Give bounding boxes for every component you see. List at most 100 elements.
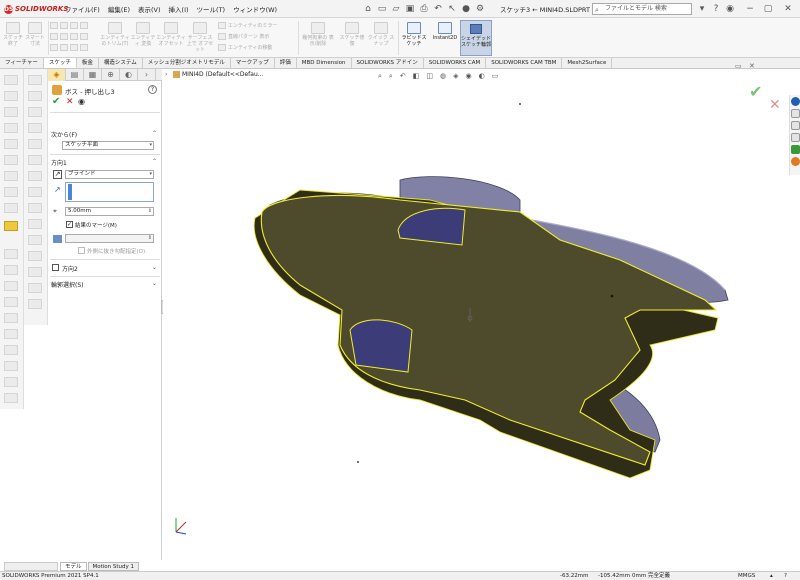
rapid-sketch-button[interactable]: ラピッドスケッチ (400, 20, 428, 56)
tab-model[interactable]: モデル (60, 562, 87, 571)
linear-pattern-button[interactable]: 直線パターン 表示 (218, 33, 269, 40)
tab-addins[interactable]: SOLIDWORKS アドイン (352, 58, 424, 68)
direction2-checkbox[interactable] (52, 264, 59, 271)
tool-spline-icon[interactable] (4, 139, 18, 149)
status-units[interactable]: MMGS (738, 572, 755, 580)
status-up-arrow-icon[interactable]: ▴ (770, 572, 773, 580)
misc-tools[interactable] (50, 44, 90, 51)
shape-tools[interactable] (50, 33, 90, 40)
file-explorer-icon[interactable] (791, 121, 800, 130)
tool-arc-icon[interactable] (4, 123, 18, 133)
solidworks-logo[interactable]: DS SOLIDWORKS (4, 4, 68, 14)
save-icon[interactable]: ▣ (404, 3, 416, 15)
shaded-sketch-contours-button[interactable]: シェイデッド スケッチ輪郭 (460, 20, 492, 56)
tool-vertical-icon[interactable] (28, 123, 42, 133)
tool-midpoint-icon[interactable] (28, 219, 42, 229)
line-tools[interactable] (50, 22, 90, 29)
tool-polygon-icon[interactable] (4, 187, 18, 197)
tab-nav-arrows[interactable] (4, 562, 58, 571)
graphics-area[interactable]: › MINI4D (Default<<Defau... ⌕ ⌕ ↶ ◧ ◫ ◍ … (163, 62, 800, 560)
custom-properties-icon[interactable] (791, 157, 800, 166)
tab-markup[interactable]: マークアップ (231, 58, 275, 68)
panel-more-icon[interactable]: › (138, 69, 156, 81)
tool-rectangle-icon[interactable] (4, 91, 18, 101)
design-library-icon[interactable] (791, 109, 800, 118)
select-arrow-icon[interactable]: ↖ (446, 3, 458, 15)
ok-checkmark-button[interactable]: ✔ (52, 97, 60, 107)
repair-sketch-button[interactable]: スケッチ修復 (338, 20, 366, 56)
feature-manager-tab-icon[interactable]: ◈ (48, 69, 66, 81)
tool-extend-icon[interactable] (4, 265, 18, 275)
tab-evaluate[interactable]: 評価 (275, 58, 297, 68)
tool-pencil-icon[interactable] (4, 221, 18, 231)
configuration-tab-icon[interactable]: ▦ (84, 69, 102, 81)
tool-fix-icon[interactable] (28, 203, 42, 213)
tool-ellipse-icon[interactable] (4, 155, 18, 165)
tool-relation-icon[interactable] (28, 91, 42, 101)
tool-mirror-icon[interactable] (4, 281, 18, 291)
tool-scale-icon[interactable] (4, 345, 18, 355)
menu-view[interactable]: 表示(V) (137, 3, 162, 15)
tool-point-icon[interactable] (4, 203, 18, 213)
depth-input[interactable]: 5.00mm ⇕ (65, 207, 154, 216)
draft-icon[interactable] (53, 235, 62, 243)
tab-features[interactable]: フィーチャー (0, 58, 44, 68)
minimize-icon[interactable]: − (744, 3, 756, 15)
convert-entities-button[interactable]: エンティティ 変換 (130, 20, 156, 56)
move-entities-button[interactable]: エンティティの移動 (218, 44, 272, 51)
tool-equal-icon[interactable] (28, 187, 42, 197)
trim-entities-button[interactable]: エンティティ のトリム(T) (100, 20, 130, 56)
tool-text-icon[interactable] (4, 393, 18, 403)
contour-section-header[interactable]: 輪郭選択(S) ⌄ (51, 280, 159, 289)
view-palette-icon[interactable] (791, 133, 800, 142)
new-file-icon[interactable]: ▭ (376, 3, 388, 15)
exit-sketch-button[interactable]: スケッチ 終了 (2, 20, 24, 56)
tool-concentric-icon[interactable] (28, 267, 42, 277)
tool-trim-icon[interactable] (4, 249, 18, 259)
options-gear-icon[interactable]: ⚙ (474, 3, 486, 15)
tab-cam[interactable]: SOLIDWORKS CAM (424, 58, 487, 68)
tool-pattern-icon[interactable] (4, 297, 18, 307)
help-question-icon[interactable]: ? (148, 85, 157, 94)
help-icon[interactable]: ? (710, 3, 722, 15)
display-delete-relations-button[interactable]: 幾何拘束の 表示/削除 (300, 20, 336, 56)
menu-edit[interactable]: 編集(E) (107, 3, 131, 15)
close-icon[interactable]: ✕ (782, 3, 794, 15)
user-icon[interactable]: ◉ (724, 3, 736, 15)
tab-sketch[interactable]: スケッチ (43, 58, 77, 68)
tool-symmetric-icon[interactable] (28, 235, 42, 245)
tool-rotate-icon[interactable] (4, 329, 18, 339)
property-manager-tab-icon[interactable]: ▤ (66, 69, 84, 81)
tab-mesh2surface[interactable]: Mesh2Surface (562, 58, 613, 68)
search-dropdown-icon[interactable]: ▾ (696, 3, 708, 15)
tab-mesh-model[interactable]: メッシュ分割ジオメトリモデル (143, 58, 231, 68)
from-select[interactable]: スケッチ平面 ▾ (62, 141, 154, 150)
model-canvas[interactable] (163, 69, 800, 560)
from-section-header[interactable]: 次から(F) ⌃ (51, 130, 159, 139)
solidworks-resources-icon[interactable] (791, 97, 800, 106)
appearances-icon[interactable] (791, 145, 800, 154)
rebuild-icon[interactable]: ● (460, 3, 472, 15)
quick-snaps-button[interactable]: クイック スナップ (366, 20, 396, 56)
open-file-icon[interactable]: ▱ (390, 3, 402, 15)
menu-tools[interactable]: ツール(T) (196, 3, 227, 15)
tool-perpendicular-icon[interactable] (28, 251, 42, 261)
tool-collinear-icon[interactable] (28, 283, 42, 293)
tool-copy-icon[interactable] (4, 361, 18, 371)
display-manager-tab-icon[interactable]: ◐ (120, 69, 138, 81)
tab-motion-study[interactable]: Motion Study 1 (87, 562, 140, 571)
tool-merge-icon[interactable] (28, 299, 42, 309)
tool-tangent-icon[interactable] (28, 155, 42, 165)
direction-selection-box[interactable] (65, 182, 154, 202)
offset-entities-button[interactable]: エンティティ オフセット (156, 20, 186, 56)
print-icon[interactable]: ⎙ (418, 3, 430, 15)
search-input[interactable]: ⌕ ファイルとモデル 検索 (592, 3, 692, 15)
menu-insert[interactable]: 挿入(I) (168, 3, 190, 15)
tool-fillet-icon[interactable] (4, 171, 18, 181)
offset-on-surface-button[interactable]: サーフェス 上で オフセット (186, 20, 214, 56)
draft-angle-input[interactable]: ⇕ (65, 234, 154, 243)
preview-eye-icon[interactable]: ◉ (78, 97, 85, 107)
instant2d-button[interactable]: Instant2D (430, 20, 460, 56)
merge-result-checkbox[interactable]: ✓ (66, 221, 73, 228)
tab-structure-system[interactable]: 構造システム (99, 58, 143, 68)
